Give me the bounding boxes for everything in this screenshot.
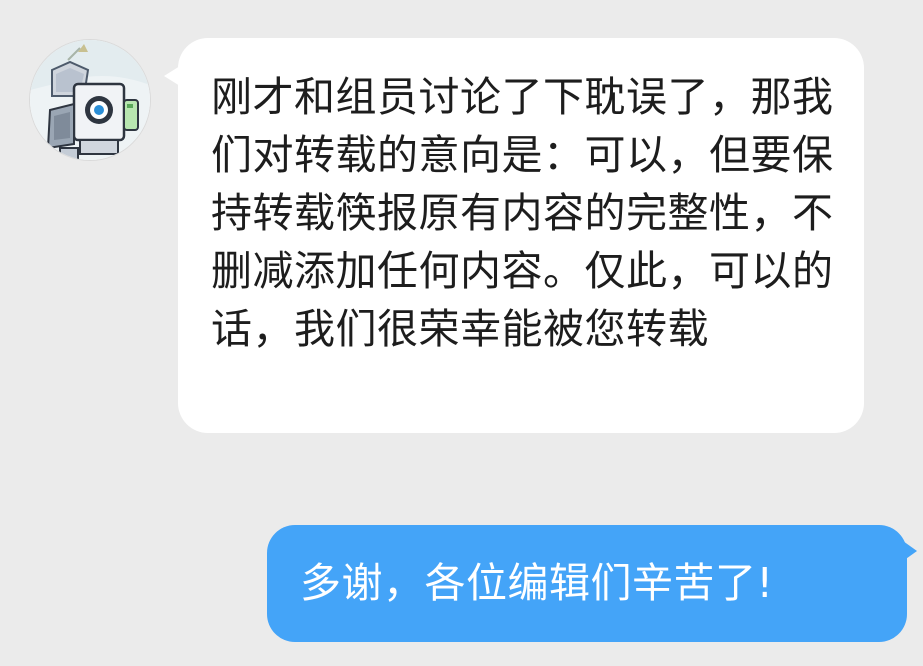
outgoing-message-text: 多谢，各位编辑们辛苦了! — [300, 559, 774, 607]
robot-avatar-icon — [30, 40, 150, 160]
incoming-message-bubble[interactable]: 刚才和组员讨论了下耽误了，那我们对转载的意向是：可以，但要保持转载筷报原有内容的… — [164, 38, 864, 433]
contact-avatar[interactable] — [30, 40, 150, 160]
bubble-tail — [164, 66, 180, 86]
outgoing-message-bubble[interactable]: 多谢，各位编辑们辛苦了! — [267, 525, 917, 642]
incoming-message-text: 刚才和组员讨论了下耽误了，那我们对转载的意向是：可以，但要保持转载筷报原有内容的… — [211, 73, 834, 353]
bubble-tail — [903, 541, 917, 561]
